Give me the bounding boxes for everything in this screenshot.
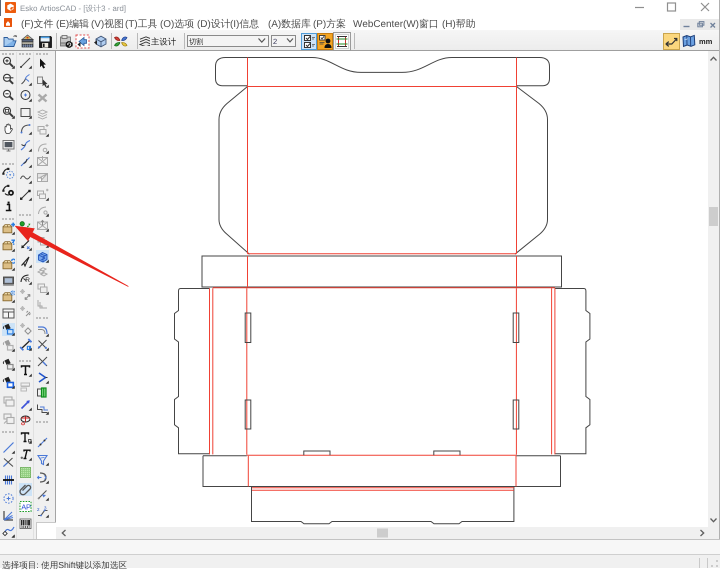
svg-text:P: P	[26, 502, 31, 511]
svg-text:2: 2	[37, 507, 40, 512]
